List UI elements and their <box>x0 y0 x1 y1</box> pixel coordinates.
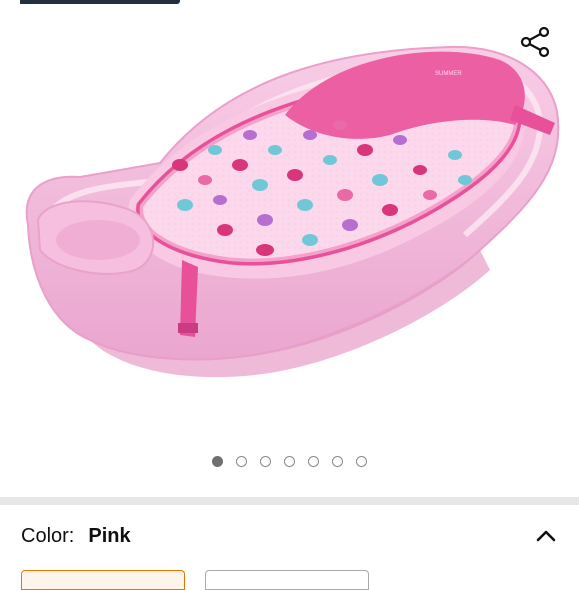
collapse-button[interactable] <box>531 521 561 551</box>
image-dot-7[interactable] <box>356 456 367 467</box>
image-dot-4[interactable] <box>284 456 295 467</box>
color-label: Color: <box>21 524 75 547</box>
share-icon <box>520 26 550 58</box>
share-button[interactable] <box>515 22 555 62</box>
image-pagination <box>0 456 579 467</box>
product-image[interactable]: SUMMER <box>10 35 570 415</box>
selected-color-value: Pink <box>88 524 131 547</box>
color-swatch-selected[interactable] <box>21 570 185 590</box>
image-dot-1[interactable] <box>212 456 223 467</box>
image-dot-5[interactable] <box>308 456 319 467</box>
product-image-gallery[interactable]: SUMMER <box>0 0 579 495</box>
section-divider <box>0 497 579 505</box>
color-variation-header[interactable]: Color: Pink <box>21 521 561 551</box>
chevron-up-icon <box>536 530 556 542</box>
image-dot-3[interactable] <box>260 456 271 467</box>
image-dot-6[interactable] <box>332 456 343 467</box>
brand-mark: SUMMER <box>435 71 462 77</box>
image-dot-2[interactable] <box>236 456 247 467</box>
color-swatch-option[interactable] <box>205 570 369 590</box>
